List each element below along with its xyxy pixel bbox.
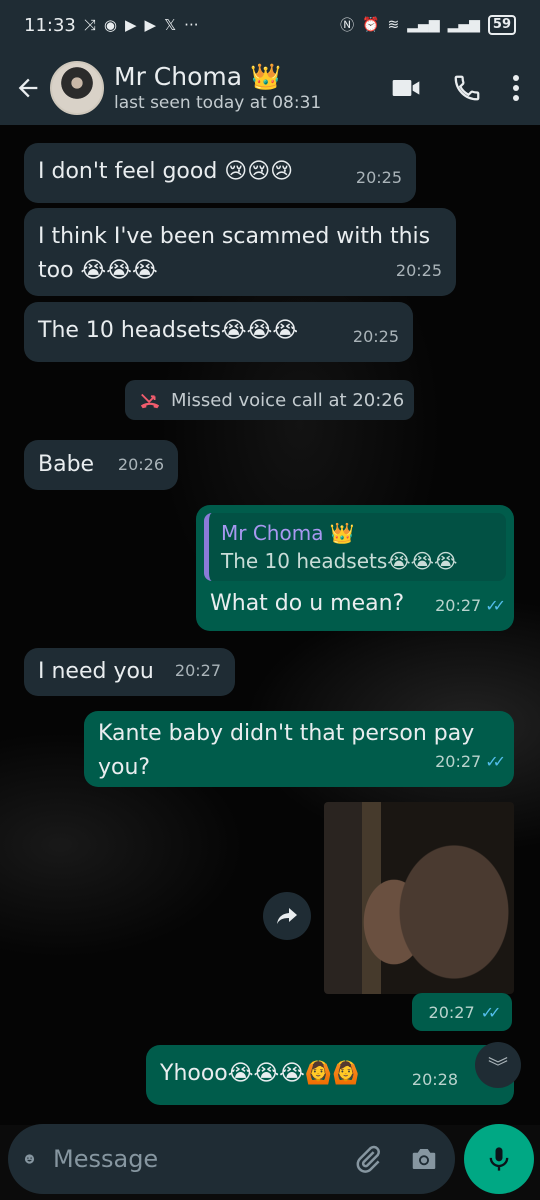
message-text: Yhooo😭😭😭🙆🙆 (160, 1061, 360, 1086)
message-bubble-outgoing[interactable]: Kante baby didn't that person pay you? 2… (84, 711, 514, 787)
message-bubble-incoming[interactable]: I need you 20:27 (24, 648, 235, 696)
youtube-notification-icon: ▶ (144, 16, 157, 34)
camera-icon[interactable] (409, 1144, 439, 1174)
microphone-icon (489, 1147, 509, 1171)
message-text: I don't feel good 😢😢😢 (38, 159, 294, 184)
message-bubble-incoming[interactable]: I think I've been scammed with this too … (24, 208, 456, 296)
quoted-text: The 10 headsets😭😭😭 (221, 549, 458, 573)
message-text: What do u mean? (210, 591, 405, 616)
attach-icon[interactable] (353, 1144, 383, 1174)
status-bar: 11:33 ⤨ ◉ ▶ ▶ 𝕏 ··· Ⓝ ⏰ ≋ ▂▄▆ ▂▄▆ 59 (0, 0, 540, 50)
x-notification-icon: 𝕏 (164, 16, 177, 34)
signal-icon: ▂▄▆ (407, 17, 440, 33)
message-bubble-outgoing[interactable]: Yhooo😭😭😭🙆🙆 20:28 (146, 1045, 514, 1105)
message-time: 20:27 ✓✓ (435, 745, 506, 779)
message-bubble-incoming[interactable]: The 10 headsets😭😭😭 20:25 (24, 302, 413, 362)
quoted-message[interactable]: Mr Choma 👑 The 10 headsets😭😭😭 (204, 513, 506, 581)
signal-icon: ▂▄▆ (447, 17, 480, 33)
missed-call-notification-icon: ⤨ (83, 16, 96, 34)
status-time: 11:33 (24, 14, 76, 36)
quoted-sender: Mr Choma 👑 (221, 521, 355, 545)
read-receipt-icon: ✓✓ (480, 1002, 502, 1022)
alarm-icon: ⏰ (362, 17, 380, 33)
image-message[interactable] (324, 802, 514, 994)
forward-icon (277, 908, 297, 924)
contact-info[interactable]: Mr Choma 👑 last seen today at 08:31 (114, 62, 321, 114)
message-time: 20:27 ✓✓ (435, 589, 506, 623)
forward-button[interactable] (263, 892, 311, 940)
message-time-text: 20:27 (428, 1002, 475, 1022)
message-text: Kante baby didn't that person pay you? (98, 721, 475, 780)
read-receipt-icon: ✓✓ (485, 596, 506, 615)
missed-call-notice[interactable]: Missed voice call at 20:26 (125, 380, 414, 420)
message-time: 20:28 (412, 1063, 458, 1097)
chat-header: Mr Choma 👑 last seen today at 08:31 (0, 50, 540, 125)
message-bubble-incoming[interactable]: Babe 20:26 (24, 440, 178, 490)
messenger-notification-icon: ◉ (103, 16, 117, 34)
battery-indicator: 59 (487, 15, 516, 35)
message-time: 20:26 (117, 455, 164, 474)
voice-call-icon[interactable] (452, 73, 482, 103)
nfc-icon: Ⓝ (340, 18, 355, 34)
message-composer (8, 1124, 455, 1194)
message-bubble-outgoing-reply[interactable]: Mr Choma 👑 The 10 headsets😭😭😭 What do u … (196, 505, 514, 631)
video-call-icon[interactable] (390, 72, 422, 104)
contact-avatar[interactable] (50, 60, 104, 115)
missed-call-text: Missed voice call at 20:26 (171, 389, 405, 411)
message-bubble-incoming[interactable]: I don't feel good 😢😢😢 20:25 (24, 143, 416, 203)
message-text: I think I've been scammed with this too … (38, 224, 431, 283)
message-time-text: 20:27 (435, 752, 482, 771)
image-message-time: 20:27 ✓✓ (412, 993, 512, 1031)
message-time-text: 20:28 (411, 1070, 458, 1089)
more-options-icon[interactable] (512, 74, 520, 102)
scroll-to-bottom-button[interactable]: ︾ (475, 1042, 521, 1088)
message-time-text: 20:27 (435, 596, 482, 615)
message-text: Babe (38, 452, 95, 477)
contact-name: Mr Choma 👑 (114, 61, 282, 91)
message-time: 20:25 (355, 168, 402, 187)
message-text: I need you (38, 659, 154, 684)
read-receipt-icon: ✓✓ (485, 752, 506, 771)
back-button[interactable] (6, 66, 50, 110)
youtube-notification-icon: ▶ (124, 16, 137, 34)
message-time: 20:25 (352, 327, 399, 346)
missed-call-icon (140, 393, 160, 409)
message-list[interactable]: I don't feel good 😢😢😢 20:25 I think I've… (0, 125, 540, 1120)
emoji-icon[interactable] (24, 1144, 35, 1174)
voice-message-button[interactable] (464, 1124, 534, 1194)
more-notifications-icon: ··· (184, 16, 199, 34)
message-time: 20:25 (395, 261, 442, 280)
message-time: 20:27 (174, 661, 221, 680)
message-text: The 10 headsets😭😭😭 (38, 318, 299, 343)
back-arrow-icon (18, 78, 38, 97)
wifi-icon: ≋ (387, 17, 400, 33)
double-chevron-down-icon: ︾ (488, 1054, 508, 1079)
last-seen-status: last seen today at 08:31 (114, 92, 322, 113)
message-input[interactable] (53, 1145, 353, 1173)
